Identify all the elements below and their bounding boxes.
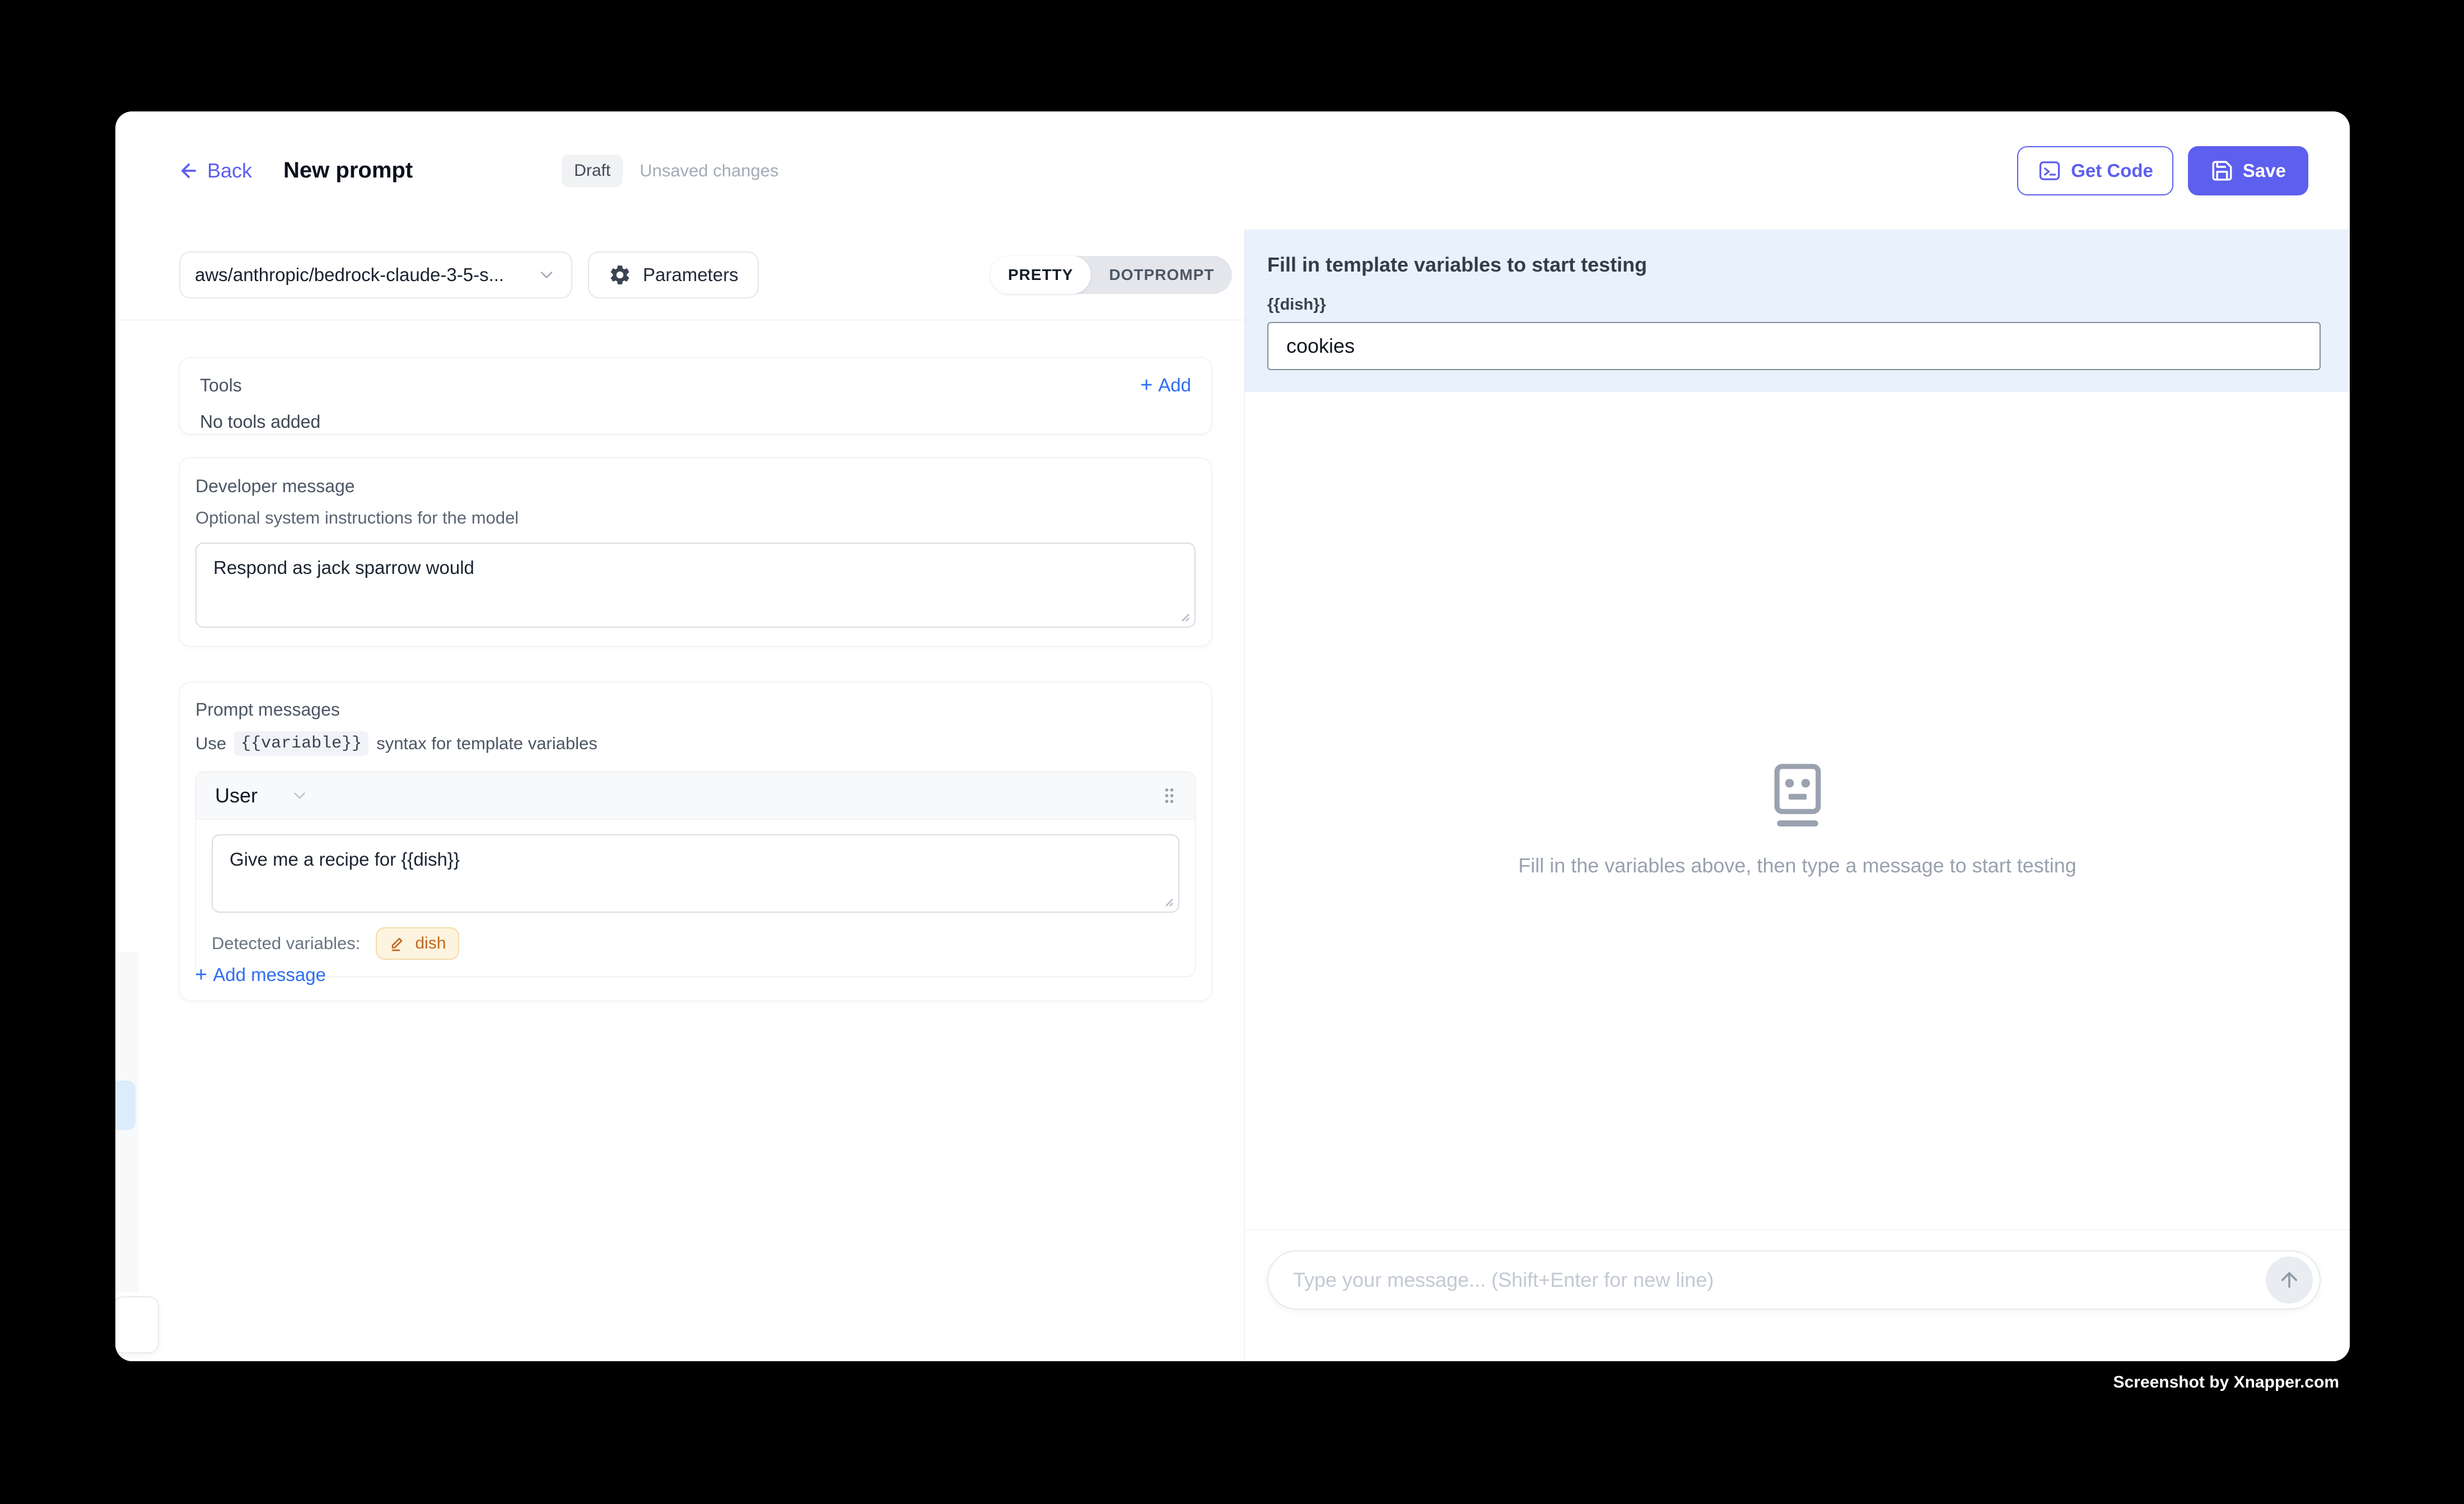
add-message-label: Add message <box>213 964 326 985</box>
prompt-editor-panel: aws/anthropic/bedrock-claude-3-5-s... Pa… <box>115 230 1244 1361</box>
save-label: Save <box>2243 160 2286 181</box>
tools-card: Tools + Add No tools added <box>179 357 1212 435</box>
arrow-up-icon <box>2278 1268 2301 1292</box>
message-block: User Give me a recipe for {{dish}} <box>195 772 1196 977</box>
hint-prefix: Use <box>195 734 226 754</box>
chevron-down-icon[interactable] <box>290 786 309 805</box>
header: Back New prompt Draft Unsaved changes Ge… <box>115 111 2350 230</box>
developer-message-textarea[interactable]: Respond as jack sparrow would <box>195 543 1196 628</box>
role-selector[interactable]: User <box>215 784 258 807</box>
sidebar-highlight-fragment <box>115 1081 136 1130</box>
editor-scroll-area: Tools + Add No tools added Developer mes… <box>115 320 1244 1361</box>
chat-input-container <box>1267 1250 2321 1310</box>
model-selector-value: aws/anthropic/bedrock-claude-3-5-s... <box>195 264 504 286</box>
get-code-label: Get Code <box>2071 160 2153 181</box>
template-syntax-hint: Use {{variable}} syntax for template var… <box>195 731 1196 756</box>
developer-message-title: Developer message <box>195 476 1196 497</box>
pencil-icon <box>389 935 407 952</box>
plus-icon: + <box>1140 375 1152 396</box>
app-window: Back New prompt Draft Unsaved changes Ge… <box>115 111 2350 1361</box>
back-arrow-icon <box>178 160 199 181</box>
chat-empty-state: Fill in the variables above, then type a… <box>1245 763 2350 877</box>
chat-message-input[interactable] <box>1293 1268 2266 1292</box>
test-panel: Fill in template variables to start test… <box>1244 230 2350 1361</box>
back-button[interactable]: Back <box>178 159 252 183</box>
variable-chip-label: dish <box>415 934 446 953</box>
terminal-icon <box>2037 158 2062 183</box>
robot-face-icon <box>1772 763 1823 829</box>
add-tool-label: Add <box>1158 375 1191 396</box>
parameters-label: Parameters <box>643 264 739 286</box>
corner-popover-fragment <box>115 1296 159 1353</box>
drag-handle-icon[interactable] <box>1163 787 1176 805</box>
variable-field-label: {{dish}} <box>1267 296 2321 314</box>
prompt-messages-card: Prompt messages Use {{variable}} syntax … <box>179 682 1212 1001</box>
editor-toolbar: aws/anthropic/bedrock-claude-3-5-s... Pa… <box>115 230 1244 320</box>
variable-value-input[interactable] <box>1267 322 2321 370</box>
parameters-button[interactable]: Parameters <box>588 251 759 298</box>
model-selector[interactable]: aws/anthropic/bedrock-claude-3-5-s... <box>179 251 572 298</box>
watermark-text: Screenshot by Xnapper.com <box>2113 1373 2339 1392</box>
save-button[interactable]: Save <box>2188 146 2308 195</box>
tools-empty-text: No tools added <box>200 412 1191 432</box>
screenshot-canvas: { "header": { "back_label": "Back", "tit… <box>0 0 2464 1504</box>
prompt-messages-title: Prompt messages <box>195 699 1196 720</box>
chat-input-bar <box>1245 1230 2350 1361</box>
add-tool-button[interactable]: + Add <box>1140 375 1191 396</box>
developer-message-subtitle: Optional system instructions for the mod… <box>195 508 1196 528</box>
empty-state-caption: Fill in the variables above, then type a… <box>1518 854 2076 877</box>
variables-section-title: Fill in template variables to start test… <box>1267 253 2321 277</box>
variable-syntax-chip: {{variable}} <box>234 731 368 756</box>
gear-icon <box>608 263 632 287</box>
add-message-button[interactable]: + Add message <box>195 964 326 985</box>
message-textarea[interactable]: Give me a recipe for {{dish}} <box>212 834 1179 913</box>
toggle-option-pretty[interactable]: PRETTY <box>990 256 1091 294</box>
get-code-button[interactable]: Get Code <box>2017 146 2173 195</box>
content-split: aws/anthropic/bedrock-claude-3-5-s... Pa… <box>115 230 2350 1361</box>
toggle-option-dotprompt[interactable]: DOTPROMPT <box>1091 256 1232 294</box>
save-icon <box>2210 159 2234 183</box>
template-variables-section: Fill in template variables to start test… <box>1245 230 2350 392</box>
plus-icon: + <box>195 964 207 985</box>
send-button[interactable] <box>2266 1257 2313 1304</box>
message-header: User <box>196 772 1195 820</box>
tools-card-title: Tools <box>200 375 242 396</box>
developer-message-card: Developer message Optional system instru… <box>179 457 1212 647</box>
view-mode-toggle: PRETTY DOTPROMPT <box>990 256 1232 294</box>
status-badge: Draft <box>562 155 623 187</box>
back-label: Back <box>207 159 252 183</box>
hint-suffix: syntax for template variables <box>376 734 598 754</box>
unsaved-changes-text: Unsaved changes <box>640 161 778 181</box>
page-title: New prompt <box>283 158 413 183</box>
detected-variables-label: Detected variables: <box>212 933 360 954</box>
variable-chip-dish[interactable]: dish <box>376 927 459 960</box>
chevron-down-icon <box>536 265 557 285</box>
detected-variables-row: Detected variables: dish <box>196 913 1195 977</box>
